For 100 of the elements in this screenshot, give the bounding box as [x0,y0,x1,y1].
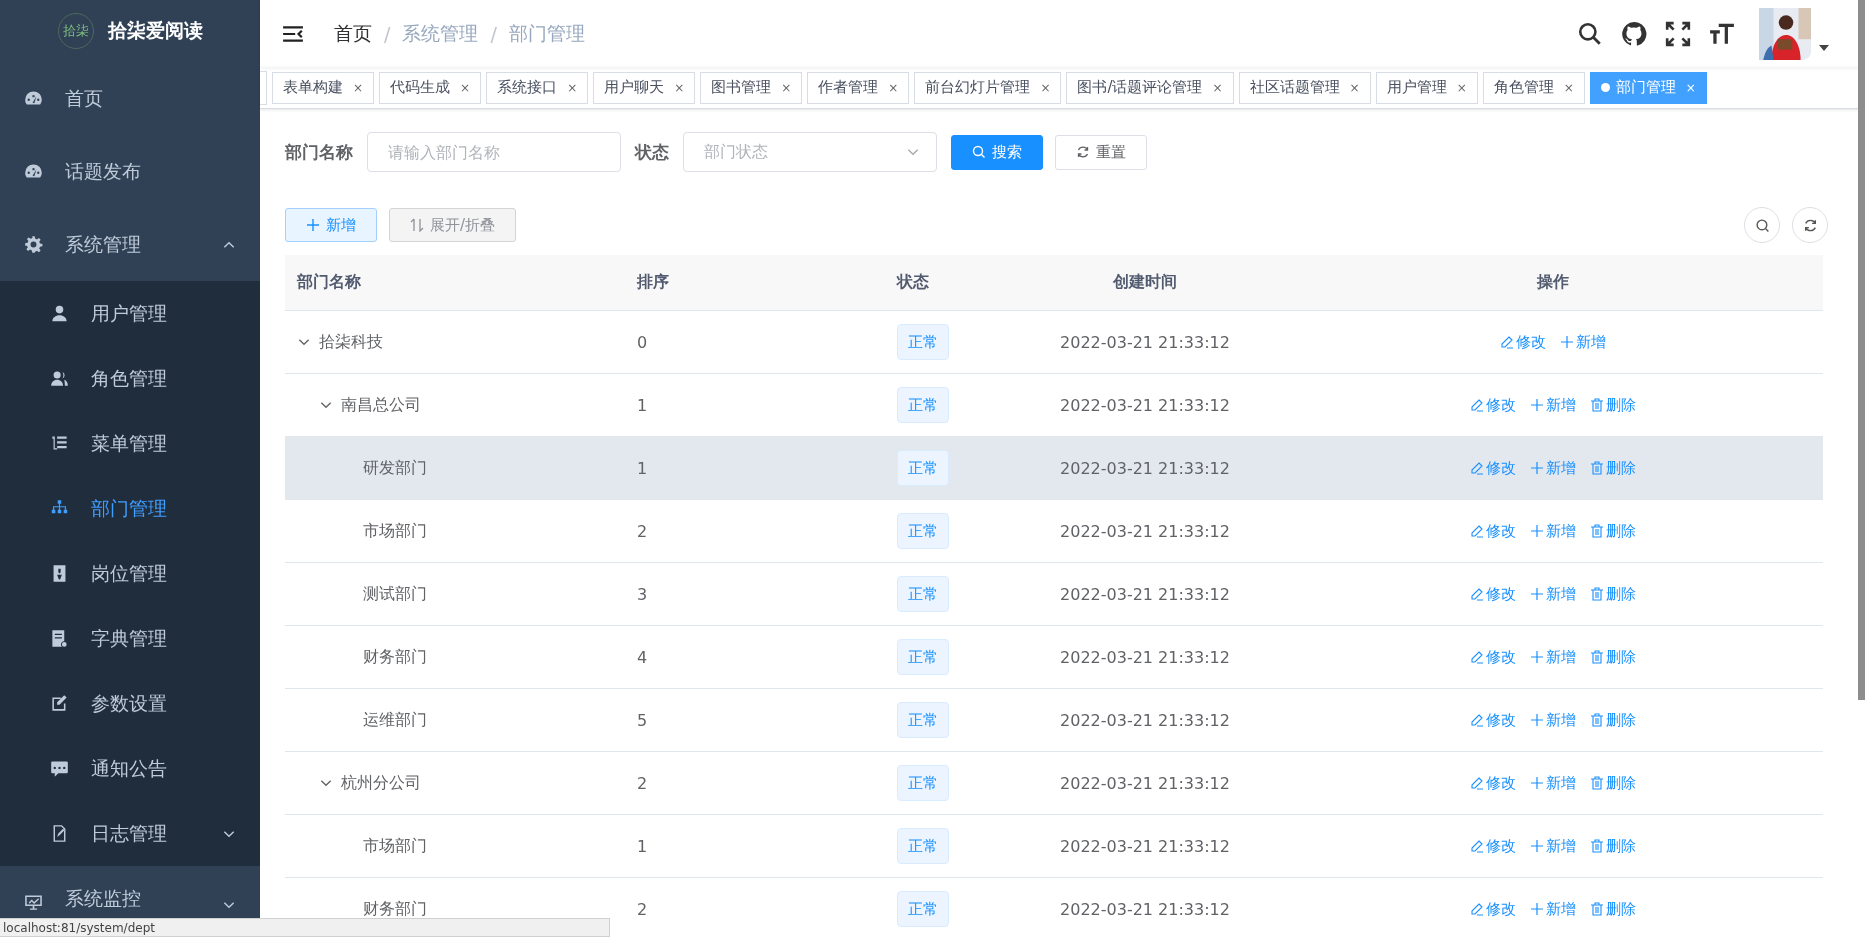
tab[interactable]: 表单构建 × [272,71,375,104]
fullscreen-icon[interactable] [1665,20,1691,47]
breadcrumb-item[interactable]: 首页 [334,20,372,47]
edit-link[interactable]: 修改 [1470,458,1516,478]
table-cell: 杭州分公司 [341,772,421,794]
delete-link[interactable]: 删除 [1590,710,1636,730]
menu-item[interactable]: 首页 [0,62,260,135]
delete-link[interactable]: 删除 [1590,521,1636,541]
status-tag: 正常 [897,513,949,549]
breadcrumb-item: 系统管理 [402,20,479,46]
menu-item[interactable]: 系统管理 [0,208,260,281]
search-toggle-button[interactable] [1744,207,1780,243]
github-icon[interactable] [1621,20,1647,47]
add-link[interactable]: 新增 [1530,773,1576,793]
status-tag: 正常 [897,639,949,675]
add-link[interactable]: 新增 [1530,647,1576,667]
plus-icon [1530,713,1544,727]
edit-link[interactable]: 修改 [1470,521,1516,541]
select-field[interactable]: 部门状态 [683,132,937,172]
edit-link[interactable]: 修改 [1470,836,1516,856]
delete-link[interactable]: 删除 [1590,584,1636,604]
expand-collapse-button[interactable]: 展开/折叠 [389,208,517,242]
search-button[interactable]: 搜索 [951,134,1043,170]
gauge-icon [24,89,43,108]
edit-link[interactable]: 修改 [1470,647,1516,667]
scrollbar[interactable] [1858,0,1865,700]
status-tag: 正常 [897,702,949,738]
plus-icon [1530,650,1544,664]
tab[interactable]: 代码生成 × [379,71,482,104]
edit-link[interactable]: 修改 [1470,584,1516,604]
table-cell: 2022-03-21 21:33:12 [1060,395,1230,415]
field-label: 部门名称 [285,140,353,164]
tab[interactable]: 社区话题管理 × [1238,71,1371,104]
delete-link[interactable]: 删除 [1590,773,1636,793]
tab[interactable]: 前台幻灯片管理 × [914,71,1062,104]
plus-icon [1530,587,1544,601]
status-tag: 正常 [897,765,949,801]
tab[interactable]: 图书/话题评论管理 × [1066,71,1234,104]
pencil-icon [1470,524,1484,538]
table-cell: 2022-03-21 21:33:12 [1060,710,1230,730]
column-header: 操作 [1535,272,1570,293]
caret-icon[interactable] [1819,44,1829,51]
tab[interactable]: 作者管理 × [807,71,910,104]
table-cell: 1 [637,458,648,478]
table-cell: 2022-03-21 21:33:12 [1060,773,1230,793]
gauge-icon [24,162,43,181]
delete-link[interactable]: 删除 [1590,458,1636,478]
gear-icon [24,235,43,254]
edit-link[interactable]: 修改 [1470,710,1516,730]
add-link[interactable]: 新增 [1530,395,1576,415]
chat-icon [50,759,69,778]
delete-link[interactable]: 删除 [1590,836,1636,856]
pencil-icon [1470,902,1484,916]
reset-button[interactable]: 重置 [1055,134,1147,170]
app-title: 拾柒爱阅读 [107,18,203,43]
tab[interactable]: 图书管理 × [700,71,803,104]
table-cell: 市场部门 [363,835,427,857]
add-link[interactable]: 新增 [1530,458,1576,478]
trash-icon [1590,650,1604,664]
table-cell: 1 [637,836,648,856]
table-cell: 2 [637,521,648,541]
add-link[interactable]: 新增 [1530,710,1576,730]
menu-item[interactable]: 系统监控 [0,866,260,918]
menu-fold-icon[interactable] [282,24,304,43]
status-tag: 正常 [897,450,949,486]
tab[interactable]: 用户聊天 × [593,71,696,104]
tab[interactable]: 系统接口 × [486,71,589,104]
plus-icon [1560,335,1574,349]
add-link[interactable]: 新增 [1530,521,1576,541]
edit-link[interactable]: 修改 [1470,395,1516,415]
delete-link[interactable]: 删除 [1590,647,1636,667]
add-button[interactable]: 新增 [285,208,377,242]
table-cell: 0 [637,332,648,352]
table-cell: 2022-03-21 21:33:12 [1060,584,1230,604]
trash-icon [1590,461,1604,475]
table-cell: 运维部门 [363,709,427,731]
add-link[interactable]: 新增 [1560,332,1606,352]
input-field[interactable]: 请输入部门名称 [367,132,621,172]
trash-icon [1590,839,1604,853]
table-cell: 研发部门 [363,457,427,479]
delete-link[interactable]: 删除 [1590,395,1636,415]
plus-icon [1530,461,1544,475]
edit-link[interactable]: 修改 [1470,899,1516,919]
table-cell: 2022-03-21 21:33:12 [1060,899,1230,919]
tab[interactable]: 角色管理 × [1482,71,1585,104]
edit-link[interactable]: 修改 [1500,332,1546,352]
refresh-icon [1802,217,1818,233]
delete-link[interactable]: 删除 [1590,899,1636,919]
refresh-button[interactable] [1792,207,1828,243]
edit-link[interactable]: 修改 [1470,773,1516,793]
trash-icon [1590,524,1604,538]
add-link[interactable]: 新增 [1530,584,1576,604]
tab[interactable]: 用户管理 × [1375,71,1478,104]
column-header: 排序 [635,272,670,293]
add-link[interactable]: 新增 [1530,836,1576,856]
tab[interactable]: 部门管理 × [1589,71,1707,104]
menu-item[interactable]: 话题发布 [0,135,260,208]
add-link[interactable]: 新增 [1530,899,1576,919]
search-icon[interactable] [1577,20,1603,47]
trash-icon [1590,902,1604,916]
